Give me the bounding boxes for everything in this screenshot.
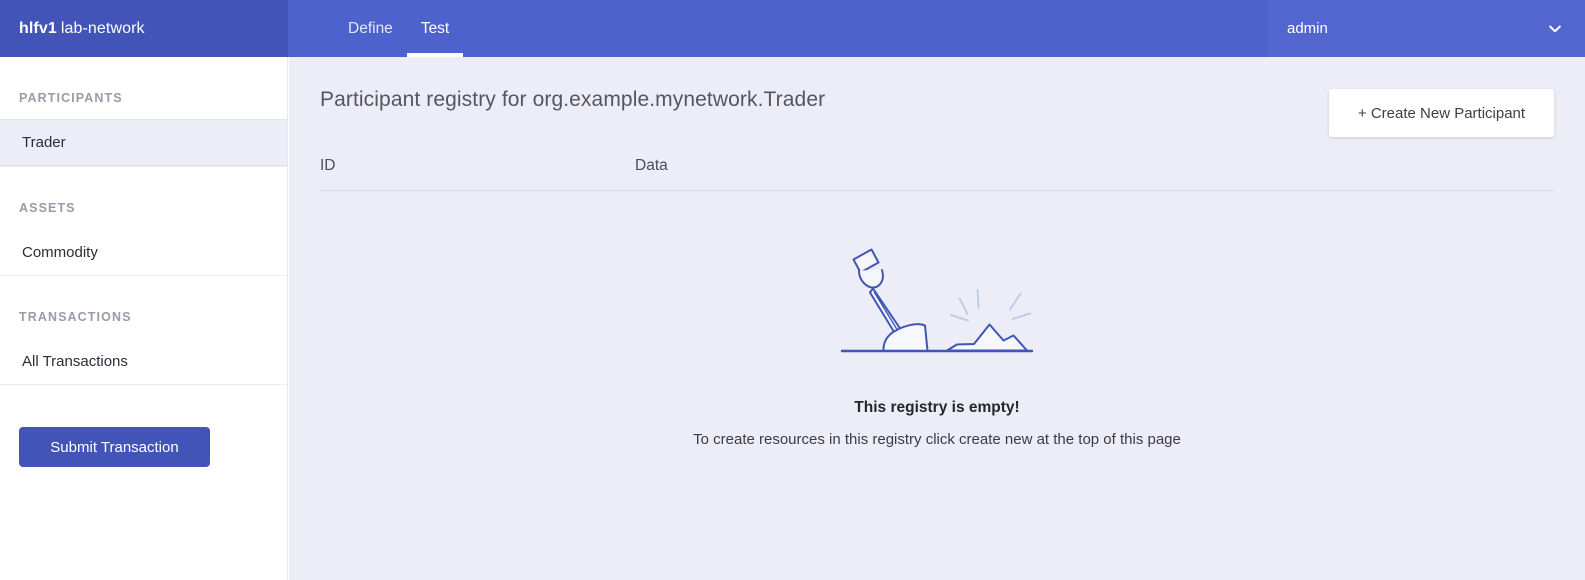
sidebar-item-all-transactions-label: All Transactions: [22, 353, 128, 370]
sidebar-heading-assets: ASSETS: [19, 201, 76, 215]
main-header: Participant registry for org.example.myn…: [289, 57, 1585, 157]
empty-state: This registry is empty! To create resour…: [289, 243, 1585, 448]
sidebar-item-commodity-label: Commodity: [22, 244, 98, 261]
submit-transaction-wrap: Submit Transaction: [0, 385, 287, 467]
header-tabs: Define Test: [288, 0, 464, 57]
brand-name-strong: hlfv1: [19, 19, 57, 37]
registry-table-header: ID Data: [320, 157, 1554, 191]
sidebar-heading-participants: PARTICIPANTS: [19, 91, 123, 105]
tab-test[interactable]: Test: [406, 0, 464, 57]
sidebar-item-all-transactions[interactable]: All Transactions: [0, 338, 287, 384]
page-title: Participant registry for org.example.myn…: [320, 88, 826, 111]
sidebar: PARTICIPANTS Trader ASSETS Commodity TRA…: [0, 57, 288, 580]
top-header: hlfv1 lab-network Define Test admin: [0, 0, 1585, 57]
empty-state-subtitle: To create resources in this registry cli…: [693, 431, 1181, 448]
chevron-down-icon: [1547, 21, 1563, 37]
user-menu-label: admin: [1287, 20, 1328, 37]
sidebar-section-transactions: TRANSACTIONS All Transactions: [0, 276, 287, 385]
tab-define[interactable]: Define: [334, 0, 407, 57]
sidebar-section-assets: ASSETS Commodity: [0, 167, 287, 276]
create-new-participant-button[interactable]: + Create New Participant: [1329, 89, 1554, 137]
tab-test-label: Test: [420, 19, 450, 37]
app-root: hlfv1 lab-network Define Test admin PART…: [0, 0, 1585, 580]
brand-logo[interactable]: hlfv1 lab-network: [0, 0, 288, 57]
main-content: Participant registry for org.example.myn…: [289, 57, 1585, 580]
sidebar-item-commodity[interactable]: Commodity: [0, 229, 287, 275]
user-menu[interactable]: admin: [1268, 0, 1585, 57]
column-header-data: Data: [635, 157, 668, 174]
empty-state-title: This registry is empty!: [854, 399, 1020, 416]
sidebar-section-participants: PARTICIPANTS Trader: [0, 57, 287, 167]
header-spacer: [463, 0, 1268, 57]
sidebar-heading-transactions: TRANSACTIONS: [19, 310, 132, 324]
submit-transaction-button[interactable]: Submit Transaction: [19, 427, 210, 467]
shovel-digging-icon: [289, 243, 1585, 361]
brand-name-rest: lab-network: [60, 19, 145, 37]
tab-define-label: Define: [348, 19, 393, 37]
column-header-id: ID: [320, 157, 336, 174]
sidebar-item-trader-label: Trader: [22, 134, 66, 151]
sidebar-item-trader[interactable]: Trader: [0, 119, 287, 166]
